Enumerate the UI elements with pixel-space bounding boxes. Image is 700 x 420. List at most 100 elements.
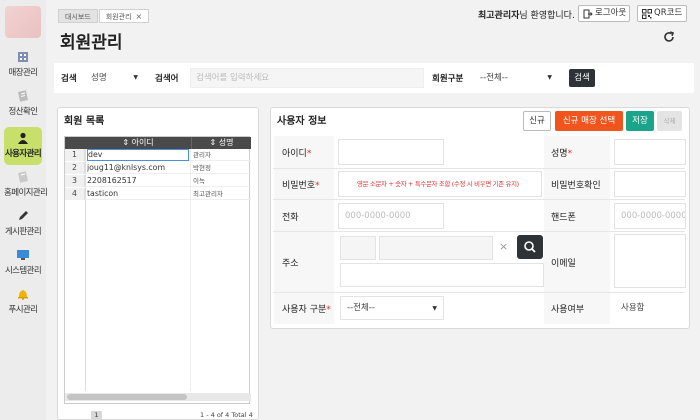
logo[interactable] [5, 6, 41, 38]
cell-name: 관리자 [193, 151, 211, 159]
pagination-info: 1 - 4 of 4 Total 4 [200, 411, 253, 419]
table-row[interactable]: 2 joug11@knlsys.com 박현정 [65, 162, 251, 174]
search-type-value: 성명 [91, 73, 107, 83]
tab-label: 대시보드 [65, 13, 91, 21]
tab-dashboard[interactable]: 대시보드 [58, 9, 98, 23]
name-input[interactable] [614, 139, 686, 165]
cell-name: 최고관리자 [193, 190, 223, 198]
qr-code-button[interactable]: QR코드 [637, 5, 687, 22]
sidebar-item-label: 정산확인 [8, 107, 38, 117]
cell-id: 2208162517 [87, 176, 137, 185]
id-label: 아이디* [282, 146, 311, 159]
sidebar-item-board[interactable]: 게시판관리 [4, 205, 42, 243]
welcome-user-name: 최고관리자 [478, 11, 520, 21]
logout-button[interactable]: 로그아웃 [578, 5, 630, 22]
row-divider [273, 292, 685, 293]
cell-id: joug11@knlsys.com [87, 163, 166, 172]
keyword-input[interactable]: 검색어를 입력하세요 [190, 68, 424, 88]
close-icon[interactable]: × [136, 12, 143, 21]
address-input[interactable] [379, 236, 493, 260]
row-number: 1 [65, 149, 85, 161]
keyword-label: 검색어 [155, 74, 179, 84]
user-info-title: 사용자 정보 [277, 116, 327, 127]
search-type-select[interactable]: 성명 ▼ [88, 68, 144, 88]
required-mark: * [326, 305, 331, 315]
address-detail-input[interactable] [340, 263, 544, 287]
clear-address-icon[interactable]: × [499, 240, 508, 253]
page-title: 회원관리 [60, 33, 123, 53]
row-divider [273, 168, 685, 169]
search-icon [524, 241, 536, 253]
member-list-title: 회원 목록 [64, 116, 105, 127]
required-mark: * [567, 149, 573, 159]
postcode-input[interactable] [340, 236, 376, 260]
member-type-select[interactable]: --전체-- ▼ [478, 68, 558, 88]
password-input[interactable]: 영문 소문자 + 숫자 + 특수문자 조합 (수정 시 비우면 기존 유지) [338, 171, 542, 197]
email-input[interactable] [614, 234, 686, 288]
monitor-icon [17, 250, 29, 260]
sidebar-item-push[interactable]: 푸시관리 [4, 283, 42, 321]
table-row[interactable]: 3 2208162517 이녹 [65, 175, 251, 187]
password-confirm-input[interactable] [614, 171, 686, 197]
bell-icon [18, 290, 28, 300]
row-number: 3 [65, 175, 85, 187]
caret-down-icon: ▼ [547, 74, 552, 81]
user-type-select[interactable]: --전체-- ▼ [340, 296, 444, 320]
sidebar-item-label: 게시판관리 [4, 227, 42, 237]
refresh-icon[interactable] [662, 30, 676, 44]
column-header-label: 성명 [218, 138, 234, 147]
save-button[interactable]: 저장 [626, 111, 654, 131]
id-label-text: 아이디 [282, 149, 307, 159]
home-page-icon [18, 171, 28, 183]
label-column [274, 136, 334, 324]
user-type-label: 사용자 구분* [282, 302, 331, 315]
sidebar-item-users[interactable]: 사용자관리 [4, 127, 42, 165]
welcome-message: 최고관리자님 환영합니다. [478, 8, 575, 21]
scrollbar-thumb[interactable] [67, 394, 187, 400]
user-icon [18, 132, 28, 144]
sidebar-item-label: 사용자관리 [4, 149, 42, 159]
required-mark: * [315, 181, 320, 191]
column-header-name[interactable]: ⇕ 성명 [191, 137, 251, 149]
table-row[interactable]: 4 tasticon 최고관리자 [65, 188, 251, 200]
logout-label: 로그아웃 [595, 8, 627, 18]
welcome-suffix: 님 환영합니다. [519, 11, 575, 21]
delete-button[interactable]: 삭제 [657, 111, 682, 131]
row-divider [273, 199, 685, 200]
label-column [544, 136, 610, 324]
column-header-label: 아이디 [131, 138, 154, 147]
member-type-label: 회원구분 [432, 74, 464, 84]
sidebar-item-label: 매장관리 [8, 68, 38, 78]
search-button[interactable]: 검색 [569, 69, 595, 87]
sidebar-item-store[interactable]: 매장관리 [4, 46, 42, 84]
sidebar: 매장관리 정산확인 사용자관리 홈페이지관리 게시판관리 시스템관리 푸시관리 [0, 0, 48, 420]
pagination-page[interactable]: 1 [91, 411, 102, 420]
mobile-input[interactable]: 000-0000-0000 [614, 203, 686, 229]
sidebar-item-label: 홈페이지관리 [4, 188, 48, 198]
new-button[interactable]: 신규 [523, 111, 551, 131]
horizontal-scrollbar[interactable] [65, 393, 251, 401]
use-label: 사용여부 [551, 305, 585, 315]
address-search-button[interactable] [517, 235, 543, 259]
address-label: 주소 [282, 259, 299, 269]
email-label: 이메일 [551, 259, 576, 269]
name-label-text: 성명 [551, 149, 568, 159]
mobile-label: 핸드폰 [551, 213, 576, 223]
sidebar-item-system[interactable]: 시스템관리 [4, 244, 42, 282]
password-confirm-label: 비밀번호확인 [551, 181, 601, 191]
sidebar-item-label: 시스템관리 [4, 266, 42, 276]
document-icon [18, 90, 28, 102]
use-value[interactable]: 사용함 [614, 296, 686, 320]
column-header-id[interactable]: ⇕ 아이디 [87, 137, 189, 149]
member-grid: ⇕ 아이디 ⇕ 성명 1 dev 관리자 2 joug11@knlsys.com… [64, 136, 251, 404]
id-input[interactable] [338, 139, 444, 165]
sidebar-item-homepage[interactable]: 홈페이지관리 [4, 166, 48, 204]
tab-label: 회원관리 [105, 13, 132, 21]
table-row[interactable]: 1 dev 관리자 [65, 149, 251, 161]
tab-member-management[interactable]: 회원관리 × [98, 9, 150, 23]
phone-input[interactable]: 000-0000-0000 [338, 203, 444, 229]
sidebar-item-settlement[interactable]: 정산확인 [4, 85, 42, 123]
new-store-select-button[interactable]: 신규 매장 선택 [555, 111, 623, 131]
caret-down-icon: ▼ [432, 305, 437, 312]
password-label-text: 비밀번호 [282, 181, 316, 191]
